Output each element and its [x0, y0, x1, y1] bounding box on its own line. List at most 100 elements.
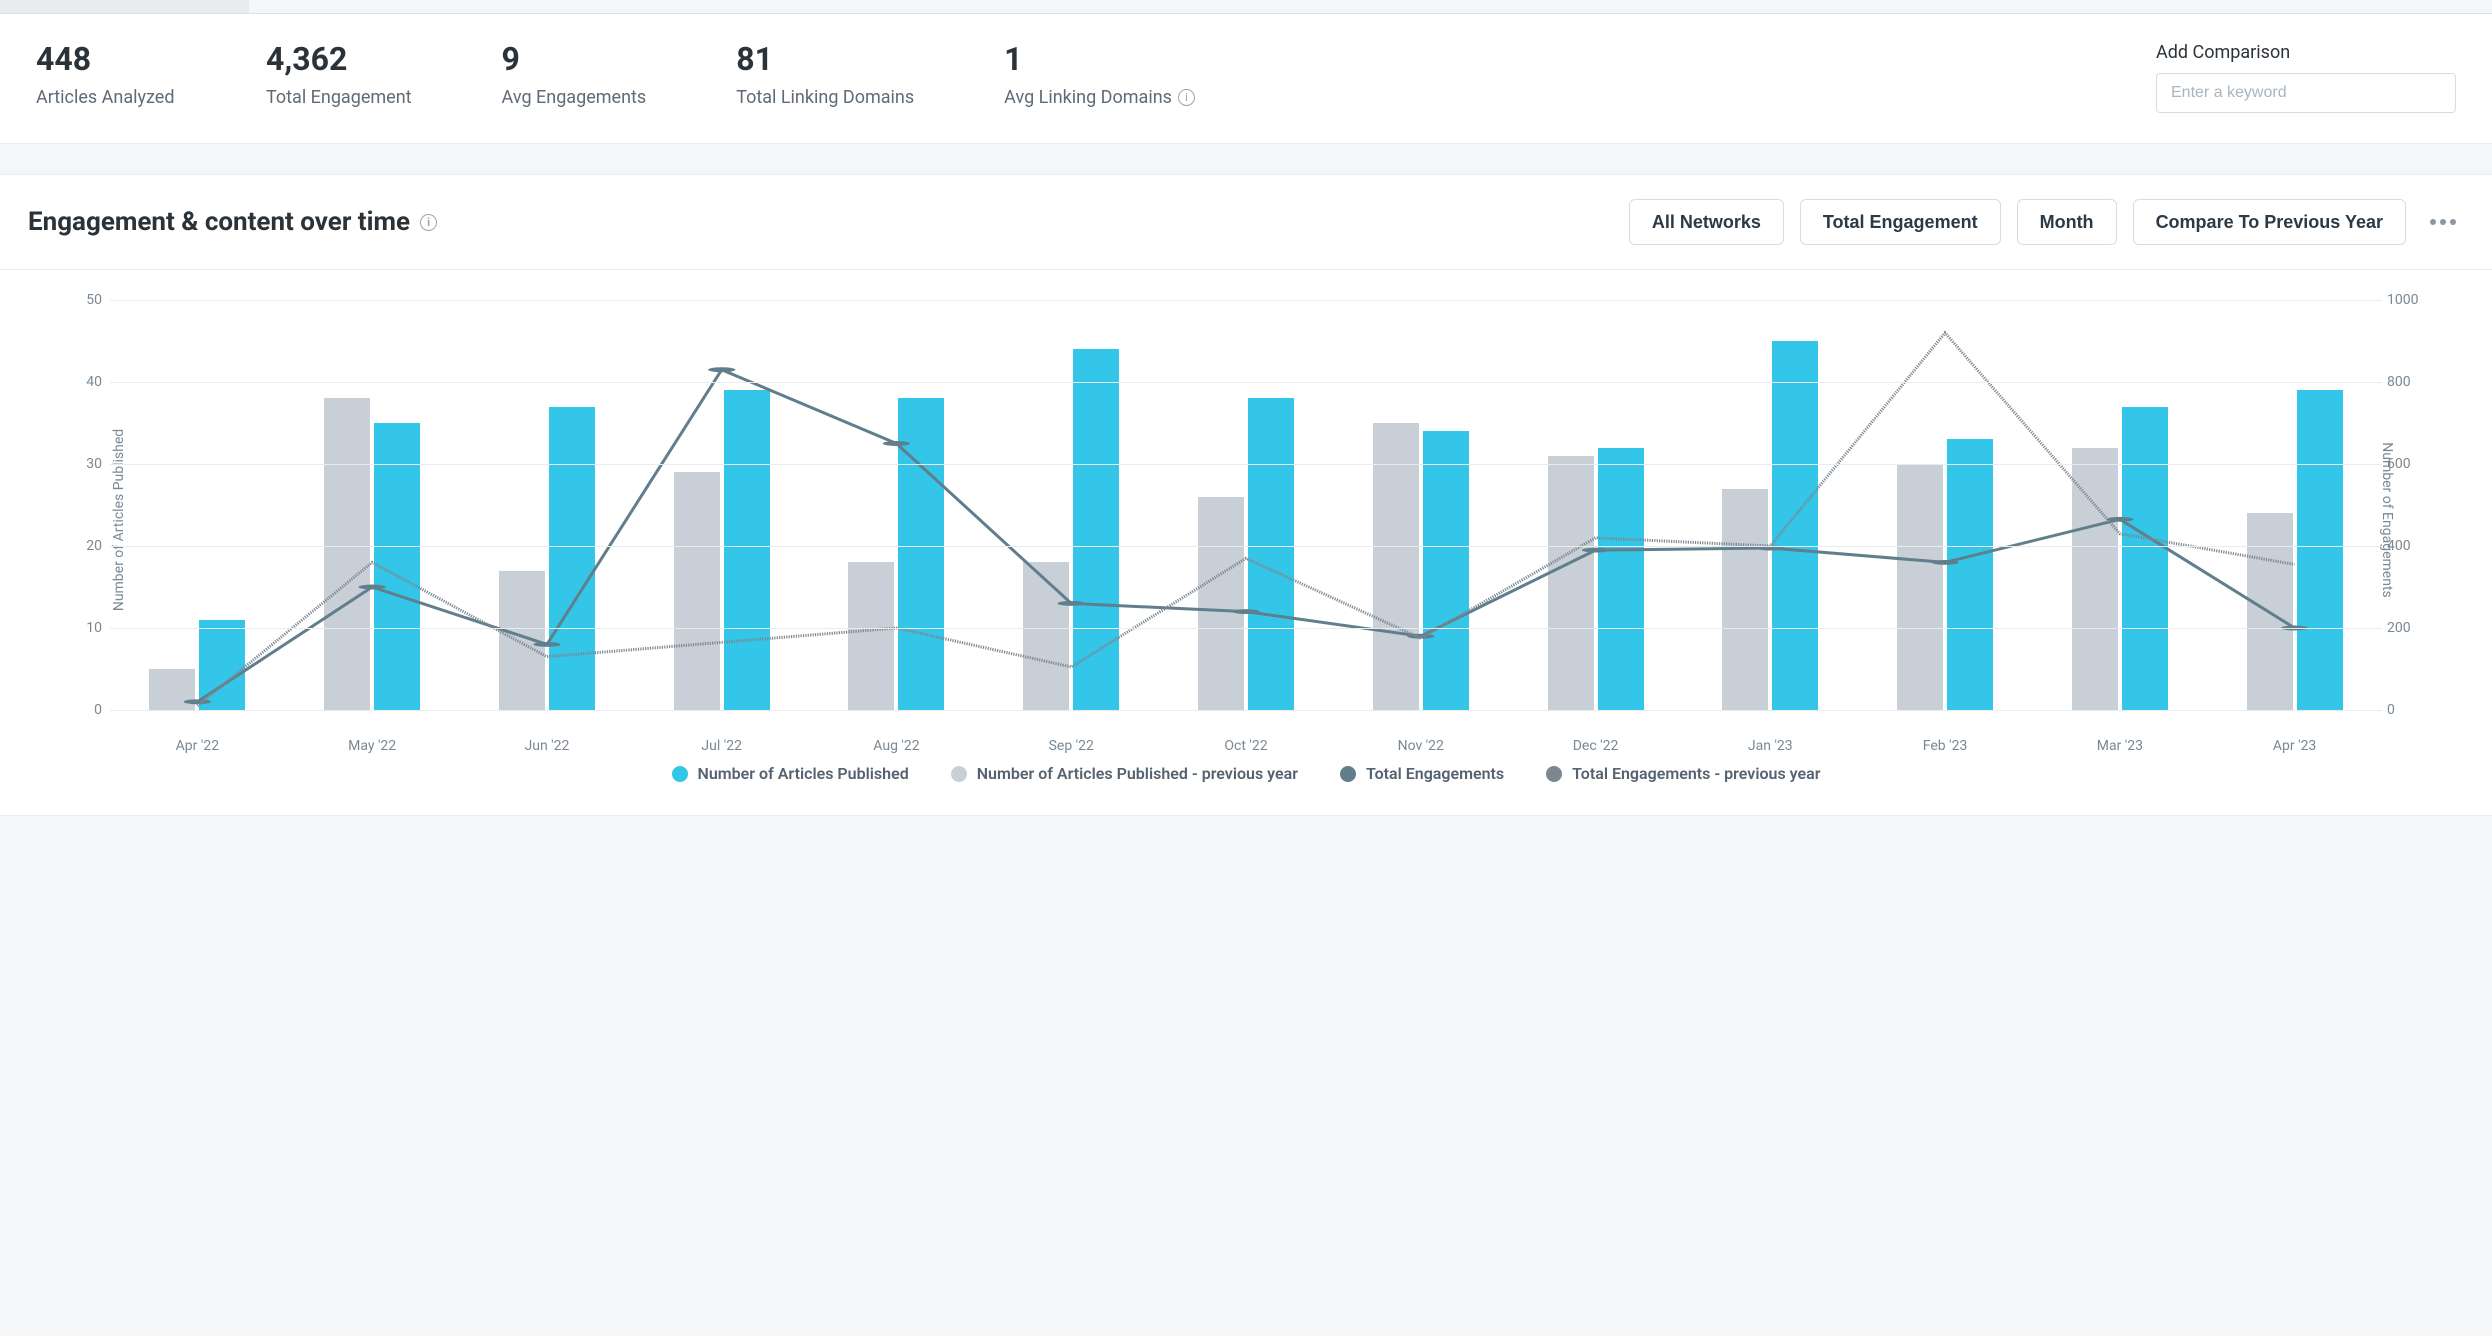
bar-previous[interactable] — [1722, 489, 1768, 710]
bar-group — [285, 300, 460, 710]
bar-current[interactable] — [2297, 390, 2343, 710]
bar-previous[interactable] — [848, 562, 894, 710]
bar-previous[interactable] — [674, 472, 720, 710]
stat-value: 4,362 — [266, 42, 412, 77]
y-tick-right: 1000 — [2387, 292, 2432, 308]
chart-title-text: Engagement & content over time — [28, 207, 410, 237]
bar-group — [460, 300, 635, 710]
legend-label: Number of Articles Published - previous … — [977, 764, 1298, 783]
legend-item-articles-current[interactable]: Number of Articles Published — [672, 764, 909, 783]
chart-body: Number of Articles Published Number of E… — [0, 270, 2492, 815]
gridline — [110, 628, 2382, 629]
bar-current[interactable] — [1073, 349, 1119, 710]
chart-frame: Number of Articles Published Number of E… — [60, 290, 2432, 750]
bar-current[interactable] — [199, 620, 245, 710]
y-tick-left: 10 — [72, 620, 102, 636]
filter-metric-button[interactable]: Total Engagement — [1800, 199, 2001, 245]
stat-label: Total Linking Domains — [736, 87, 914, 108]
x-tick-label: Aug '22 — [873, 738, 919, 754]
y-tick-left: 0 — [72, 702, 102, 718]
bar-group — [809, 300, 984, 710]
add-comparison: Add Comparison — [2156, 42, 2456, 113]
legend-item-engagements-previous[interactable]: Total Engagements - previous year — [1546, 764, 1820, 783]
chart-card: Engagement & content over time i All Net… — [0, 174, 2492, 816]
gridline — [110, 710, 2382, 711]
bar-group — [1683, 300, 1858, 710]
legend-swatch — [672, 766, 688, 782]
x-tick-label: Jan '23 — [1748, 738, 1793, 754]
bar-previous[interactable] — [1023, 562, 1069, 710]
stats-bar: 448 Articles Analyzed 4,362 Total Engage… — [0, 14, 2492, 144]
filter-granularity-button[interactable]: Month — [2017, 199, 2117, 245]
bar-group — [2032, 300, 2207, 710]
legend-swatch — [951, 766, 967, 782]
x-tick-label: Feb '23 — [1923, 738, 1968, 754]
stat-avg-linking-domains: 1 Avg Linking Domains i — [1004, 42, 1195, 108]
bar-current[interactable] — [1423, 431, 1469, 710]
stat-avg-engagements: 9 Avg Engagements — [502, 42, 647, 108]
gridline — [110, 546, 2382, 547]
y-tick-left: 40 — [72, 374, 102, 390]
y-tick-left: 30 — [72, 456, 102, 472]
y-tick-left: 20 — [72, 538, 102, 554]
bar-group — [634, 300, 809, 710]
bar-group — [1858, 300, 2033, 710]
bar-current[interactable] — [1772, 341, 1818, 710]
x-tick-label: Mar '23 — [2097, 738, 2143, 754]
bar-previous[interactable] — [324, 398, 370, 710]
legend-item-engagements-current[interactable]: Total Engagements — [1340, 764, 1504, 783]
x-tick-label: Jun '22 — [525, 738, 570, 754]
bar-current[interactable] — [898, 398, 944, 710]
info-icon[interactable]: i — [1178, 89, 1195, 106]
comparison-label: Add Comparison — [2156, 42, 2456, 63]
y-tick-right: 400 — [2387, 538, 2432, 554]
bar-previous[interactable] — [1373, 423, 1419, 710]
bar-previous[interactable] — [1198, 497, 1244, 710]
bar-previous[interactable] — [499, 571, 545, 710]
more-menu-icon[interactable] — [2422, 211, 2464, 233]
y-tick-right: 600 — [2387, 456, 2432, 472]
y-tick-left: 50 — [72, 292, 102, 308]
info-icon[interactable]: i — [420, 214, 437, 231]
chart-bars-layer — [110, 300, 2382, 710]
x-tick-label: Jul '22 — [701, 738, 742, 754]
legend-label: Total Engagements — [1366, 764, 1504, 783]
chart-controls: All Networks Total Engagement Month Comp… — [1629, 199, 2464, 245]
bar-group — [1508, 300, 1683, 710]
stat-value: 81 — [736, 42, 914, 77]
bar-current[interactable] — [2122, 407, 2168, 710]
bar-previous[interactable] — [1548, 456, 1594, 710]
stat-label: Total Engagement — [266, 87, 412, 108]
x-tick-label: Oct '22 — [1224, 738, 1267, 754]
bar-current[interactable] — [724, 390, 770, 710]
bar-current[interactable] — [374, 423, 420, 710]
stat-value: 448 — [36, 42, 176, 77]
y-tick-right: 200 — [2387, 620, 2432, 636]
bar-current[interactable] — [549, 407, 595, 710]
stat-articles-analyzed: 448 Articles Analyzed — [36, 42, 176, 108]
chart-title: Engagement & content over time i — [28, 207, 437, 237]
bar-group — [1333, 300, 1508, 710]
bar-previous[interactable] — [149, 669, 195, 710]
bar-previous[interactable] — [1897, 464, 1943, 710]
y-tick-right: 0 — [2387, 702, 2432, 718]
filter-networks-button[interactable]: All Networks — [1629, 199, 1784, 245]
bar-current[interactable] — [1248, 398, 1294, 710]
legend-label: Total Engagements - previous year — [1572, 764, 1820, 783]
bar-current[interactable] — [1598, 448, 1644, 710]
x-tick-label: Dec '22 — [1573, 738, 1619, 754]
bar-previous[interactable] — [2247, 513, 2293, 710]
gridline — [110, 464, 2382, 465]
bar-group — [110, 300, 285, 710]
stat-value: 1 — [1004, 42, 1195, 77]
bar-group — [2207, 300, 2382, 710]
bar-previous[interactable] — [2072, 448, 2118, 710]
bar-group — [1159, 300, 1334, 710]
window-top-strip — [0, 0, 2492, 14]
stat-label: Avg Linking Domains i — [1004, 87, 1195, 108]
compare-button[interactable]: Compare To Previous Year — [2133, 199, 2406, 245]
comparison-input[interactable] — [2156, 73, 2456, 113]
gridline — [110, 382, 2382, 383]
legend-item-articles-previous[interactable]: Number of Articles Published - previous … — [951, 764, 1298, 783]
bar-current[interactable] — [1947, 439, 1993, 710]
